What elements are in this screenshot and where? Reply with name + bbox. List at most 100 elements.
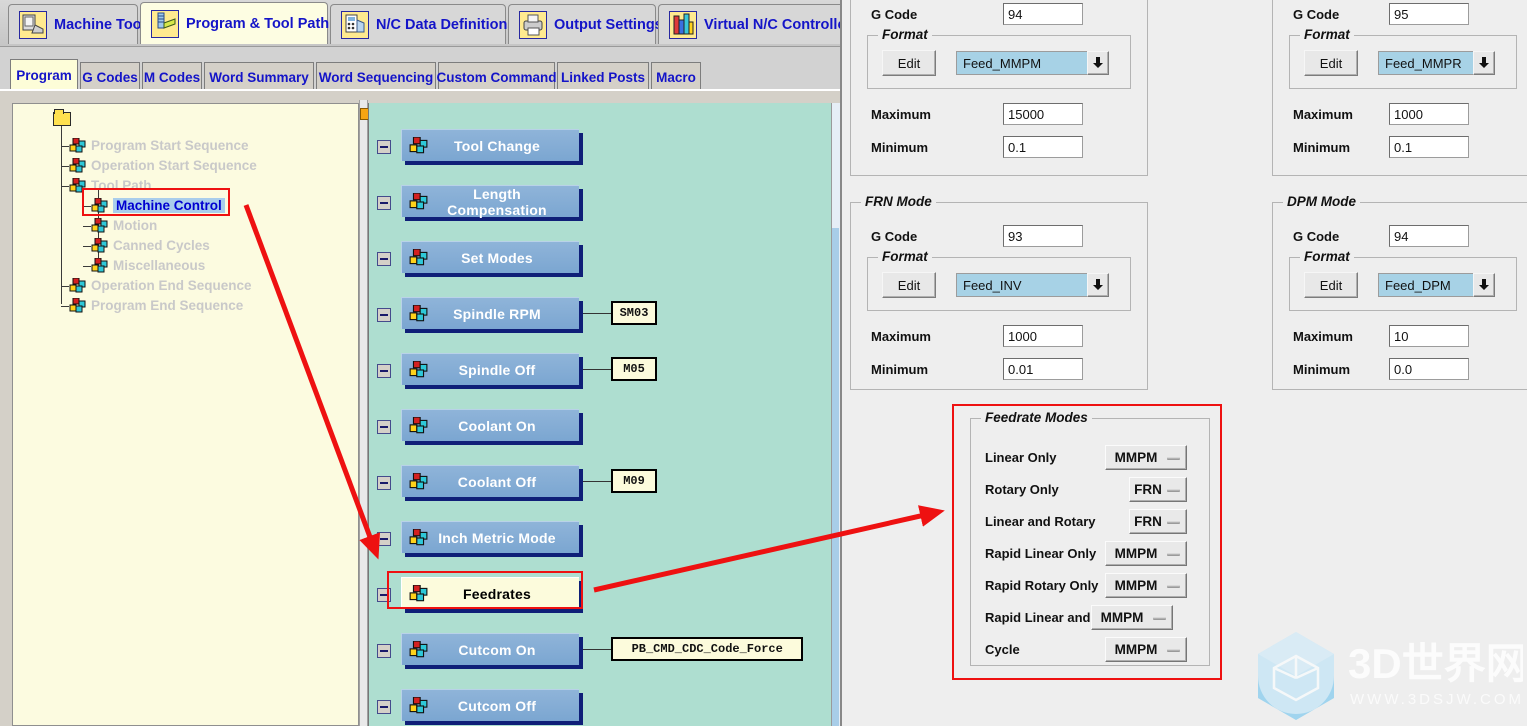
machine-control-blocks-pane[interactable]: Tool Change Length Compensation Set Modes S… [368, 103, 831, 726]
program-tree-pane[interactable]: Program Start Sequence Operation Start Se… [12, 103, 359, 726]
tree-node-icon [91, 197, 108, 214]
block-expander-icon[interactable] [377, 532, 391, 546]
minimum-value-input[interactable]: 0.1 [1003, 136, 1083, 158]
minimum-value-input[interactable]: 0.01 [1003, 358, 1083, 380]
maximum-label: Maximum [1293, 107, 1353, 122]
block-button[interactable]: Length Compensation [401, 185, 579, 218]
feedrate-mode-dropdown[interactable]: MMPM [1105, 541, 1187, 566]
sub-tab-macro[interactable]: Macro [651, 62, 701, 91]
block-button[interactable]: Set Modes [401, 241, 579, 273]
maximum-value-input[interactable]: 10 [1389, 325, 1469, 347]
combobox-down-arrow-icon[interactable] [1087, 51, 1109, 75]
block-button[interactable]: Cutcom On [401, 633, 579, 665]
gcode-value-input[interactable]: 94 [1003, 3, 1083, 25]
format-combobox-value: Feed_INV [956, 273, 1087, 297]
minimum-value-input[interactable]: 0.0 [1389, 358, 1469, 380]
gcode-label: G Code [871, 229, 918, 244]
tree-item-program-end-sequence[interactable]: Program End Sequence [61, 296, 243, 315]
tree-item-tool-path[interactable]: Tool Path [61, 176, 152, 195]
dropdown-arrow-icon[interactable] [1162, 518, 1186, 526]
gcode-value-input[interactable]: 95 [1389, 3, 1469, 25]
block-expander-icon[interactable] [377, 252, 391, 266]
format-combobox[interactable]: Feed_MMPM [956, 51, 1109, 75]
sub-tab-program[interactable]: Program [10, 59, 78, 91]
format-edit-button[interactable]: Edit [882, 50, 936, 76]
block-button[interactable]: Inch Metric Mode [401, 521, 579, 553]
gcode-value-input[interactable]: 94 [1389, 225, 1469, 247]
format-combobox[interactable]: Feed_DPM [1378, 273, 1495, 297]
block-cube-icon [409, 192, 429, 211]
main-tab-program-tool-path[interactable]: Program & Tool Path [140, 2, 329, 44]
blocks-pane-scroll-thumb[interactable] [832, 228, 839, 726]
format-combobox[interactable]: Feed_MMPR [1378, 51, 1495, 75]
main-tab-machine-tool[interactable]: Machine Tool [8, 4, 146, 44]
block-button[interactable]: Tool Change [401, 129, 579, 161]
sub-tab-custom-command[interactable]: Custom Command [437, 62, 557, 91]
sub-tab-g-codes[interactable]: G Codes [80, 62, 140, 91]
main-tab-output-settings[interactable]: Output Settings [508, 4, 663, 44]
maximum-value-input[interactable]: 1000 [1389, 103, 1469, 125]
main-tab-n-c-data-definitions[interactable]: N/C Data Definitions [330, 4, 515, 44]
sub-tab-label: Program [16, 68, 72, 83]
tree-item-miscellaneous[interactable]: Miscellaneous [83, 256, 205, 275]
tree-node-icon [91, 257, 108, 274]
block-expander-icon[interactable] [377, 308, 391, 322]
feedrate-mode-dropdown[interactable]: FRN [1129, 509, 1187, 534]
feedrate-mode-dropdown[interactable]: FRN [1129, 477, 1187, 502]
sub-tab-word-sequencing[interactable]: Word Sequencing [316, 62, 436, 91]
main-tab-virtual-n-c-controller[interactable]: Virtual N/C Controller [658, 4, 851, 44]
dropdown-arrow-icon[interactable] [1162, 582, 1186, 590]
combobox-down-arrow-icon[interactable] [1473, 51, 1495, 75]
format-edit-button[interactable]: Edit [1304, 272, 1358, 298]
format-combobox[interactable]: Feed_INV [956, 273, 1109, 297]
dropdown-arrow-icon[interactable] [1162, 646, 1186, 654]
tree-item-canned-cycles[interactable]: Canned Cycles [83, 236, 210, 255]
maximum-value-input[interactable]: 1000 [1003, 325, 1083, 347]
block-expander-icon[interactable] [377, 140, 391, 154]
feedrate-mode-dropdown[interactable]: MMPM [1105, 445, 1187, 470]
block-cube-icon [409, 248, 429, 267]
block-expander-icon[interactable] [377, 700, 391, 714]
dropdown-arrow-icon[interactable] [1162, 454, 1186, 462]
tree-item-program-start-sequence[interactable]: Program Start Sequence [61, 136, 249, 155]
maximum-value-input[interactable]: 15000 [1003, 103, 1083, 125]
block-expander-icon[interactable] [377, 644, 391, 658]
dropdown-arrow-icon[interactable] [1162, 550, 1186, 558]
block-button-label: Length Compensation [447, 185, 547, 218]
tree-item-motion[interactable]: Motion [83, 216, 157, 235]
dropdown-arrow-icon[interactable] [1162, 486, 1186, 494]
format-edit-button[interactable]: Edit [882, 272, 936, 298]
block-tag-label: M05 [611, 357, 657, 381]
tree-item-operation-start-sequence[interactable]: Operation Start Sequence [61, 156, 257, 175]
minimum-value-input[interactable]: 0.1 [1389, 136, 1469, 158]
block-button[interactable]: Cutcom Off [401, 689, 579, 721]
block-button[interactable]: Spindle RPM [401, 297, 579, 329]
block-expander-icon[interactable] [377, 476, 391, 490]
pane-splitter[interactable] [359, 100, 368, 726]
block-expander-icon[interactable] [377, 364, 391, 378]
combobox-down-arrow-icon[interactable] [1473, 273, 1495, 297]
block-row-spindle-off: Spindle Off M05 [377, 353, 817, 393]
block-expander-icon[interactable] [377, 420, 391, 434]
feedrate-mode-dropdown[interactable]: MMPM [1105, 573, 1187, 598]
block-button[interactable]: Coolant Off [401, 465, 579, 497]
block-expander-icon[interactable] [377, 196, 391, 210]
sub-tab-linked-posts[interactable]: Linked Posts [557, 62, 649, 91]
minimum-label: Minimum [871, 362, 929, 377]
dropdown-arrow-icon[interactable] [1148, 614, 1172, 622]
combobox-down-arrow-icon[interactable] [1087, 273, 1109, 297]
block-button[interactable]: Spindle Off [401, 353, 579, 385]
gcode-value-input[interactable]: 93 [1003, 225, 1083, 247]
tree-root-folder-icon [53, 109, 71, 126]
tree-item-operation-end-sequence[interactable]: Operation End Sequence [61, 276, 252, 295]
tree-item-machine-control[interactable]: Machine Control [83, 196, 225, 215]
format-group-title: Format [1300, 249, 1354, 264]
block-button[interactable]: Coolant On [401, 409, 579, 441]
feedrate-mode-dropdown[interactable]: MMPM [1105, 637, 1187, 662]
sub-tab-m-codes[interactable]: M Codes [142, 62, 202, 91]
format-edit-button[interactable]: Edit [1304, 50, 1358, 76]
feedrate-mode-dropdown[interactable]: MMPM [1091, 605, 1173, 630]
sub-tab-word-summary[interactable]: Word Summary [204, 62, 314, 91]
block-button[interactable]: Feedrates [401, 577, 579, 609]
block-expander-icon[interactable] [377, 588, 391, 602]
